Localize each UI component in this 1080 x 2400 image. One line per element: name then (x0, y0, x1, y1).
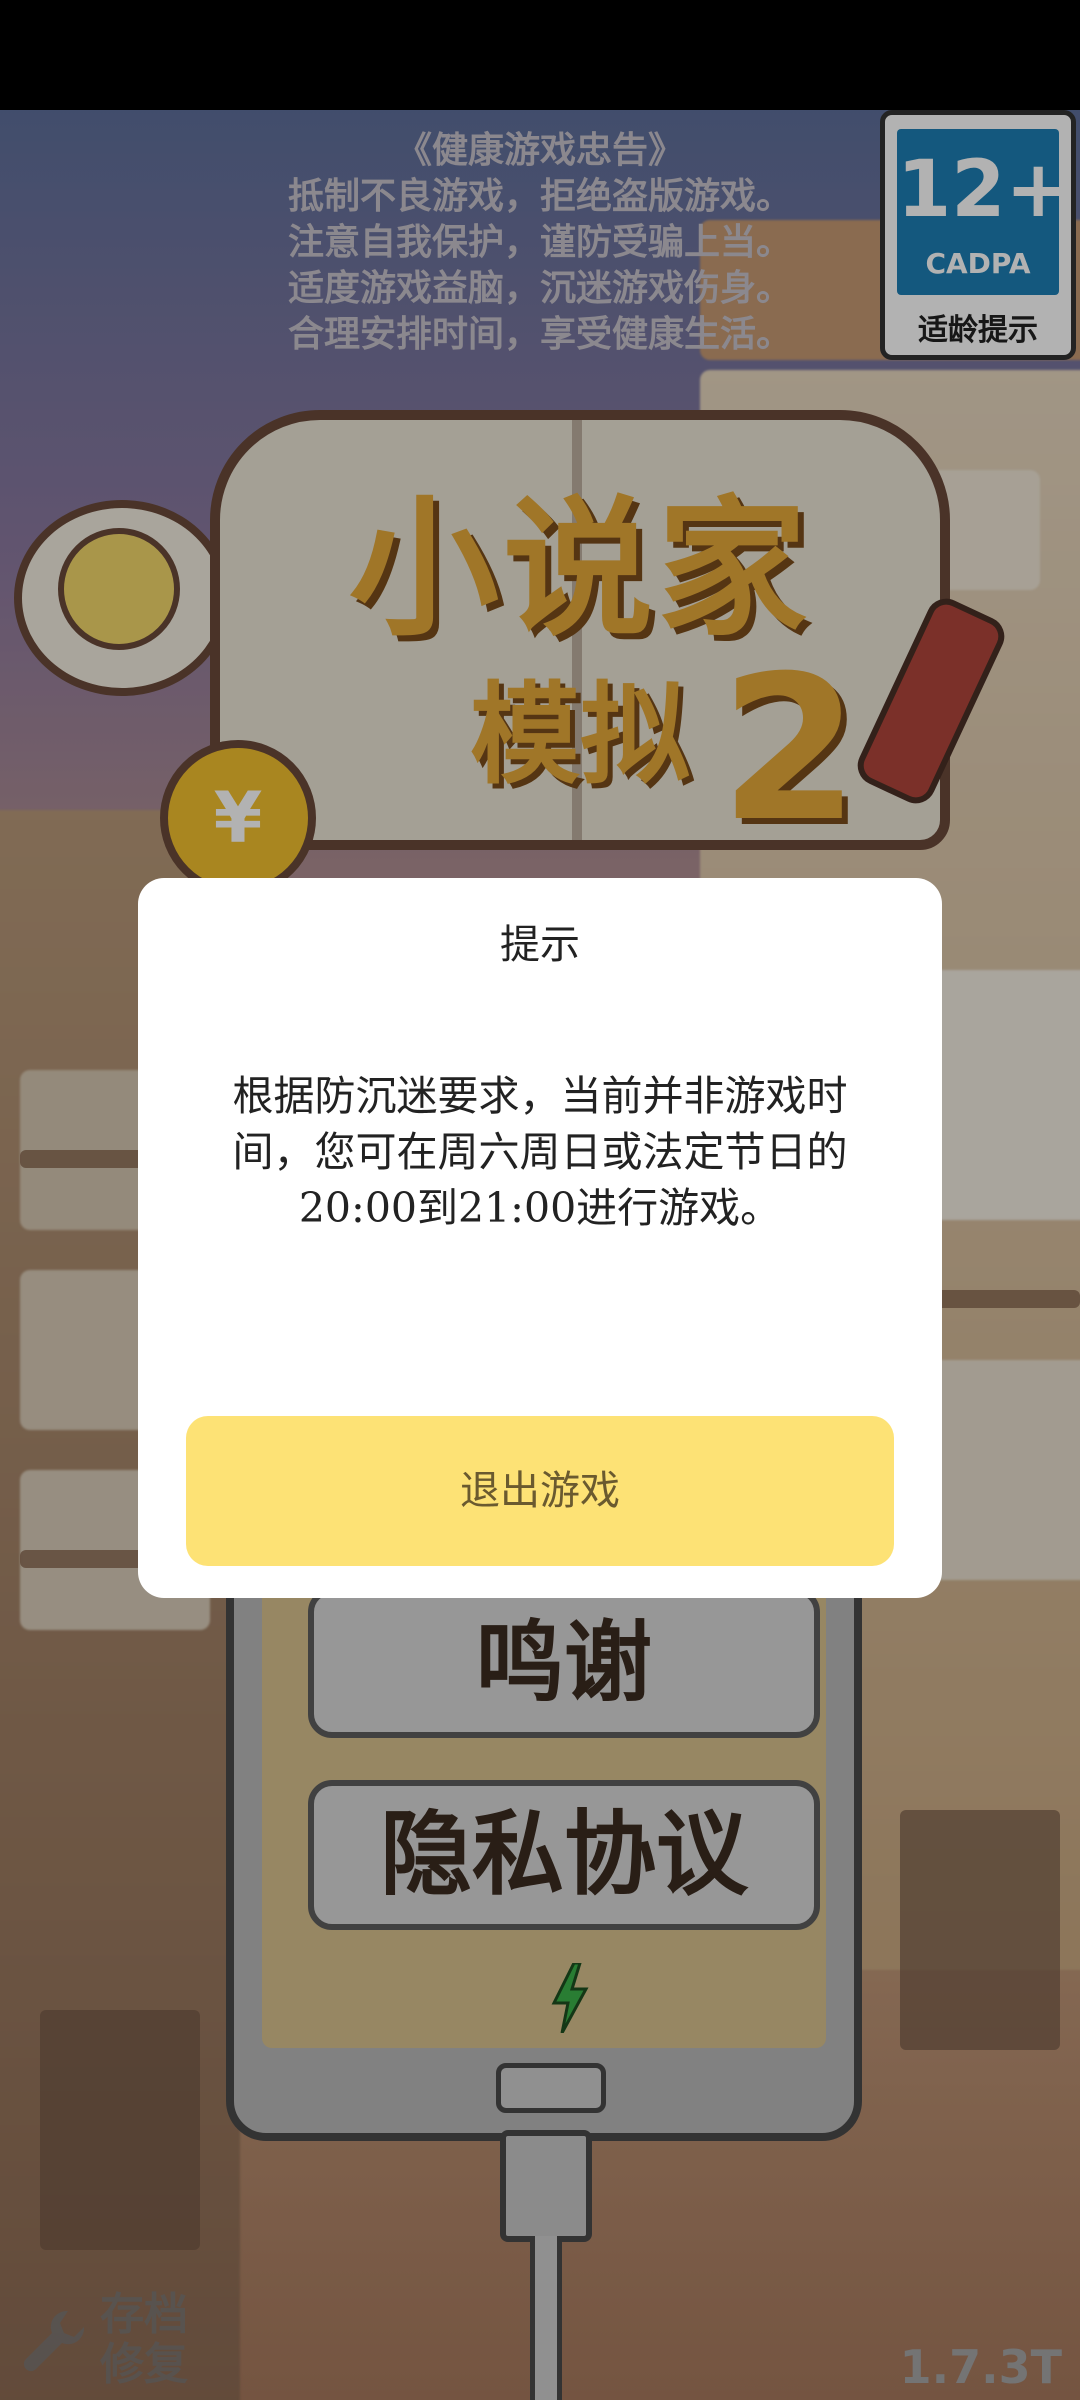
status-bar (0, 0, 1080, 110)
anti-addiction-dialog: 提示 根据防沉迷要求，当前并非游戏时间，您可在周六周日或法定节日的20:00到2… (138, 878, 942, 1598)
dialog-title: 提示 (500, 922, 580, 968)
dialog-message: 根据防沉迷要求，当前并非游戏时间，您可在周六周日或法定节日的20:00到21:0… (232, 1072, 848, 1232)
exit-game-button[interactable]: 退出游戏 (186, 1416, 894, 1566)
